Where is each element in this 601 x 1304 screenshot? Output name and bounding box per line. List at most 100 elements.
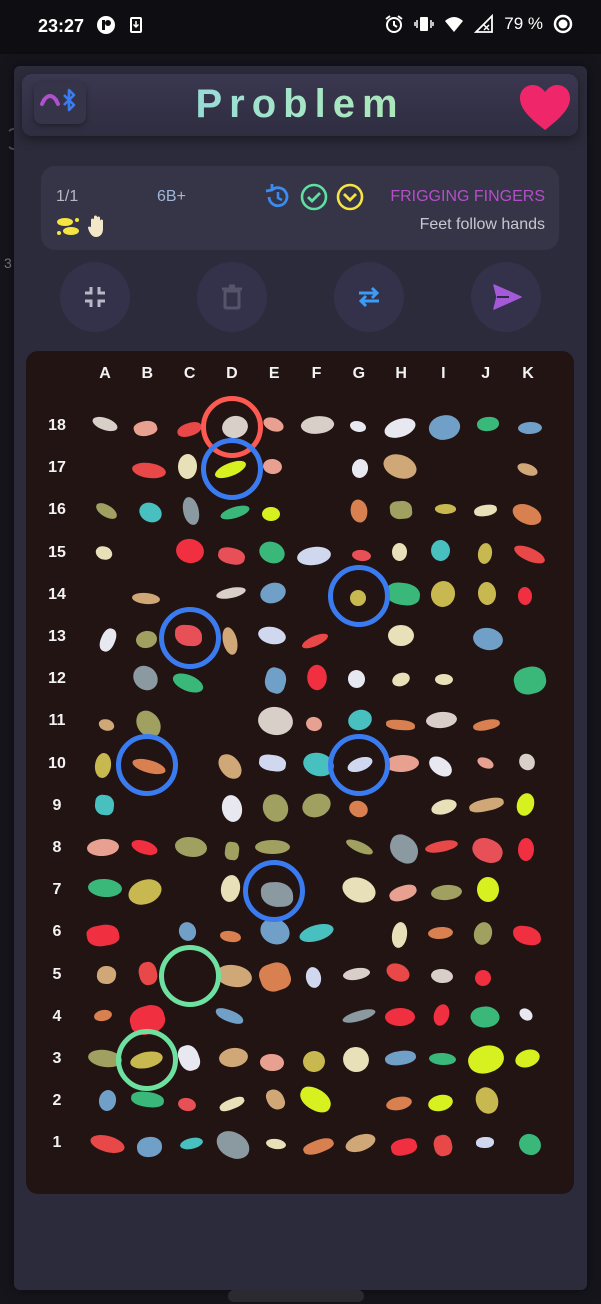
hold[interactable] <box>86 878 123 899</box>
hold[interactable] <box>215 749 245 783</box>
hold[interactable] <box>215 963 253 988</box>
hold[interactable] <box>218 1094 246 1114</box>
hold[interactable] <box>131 664 160 693</box>
hold[interactable] <box>93 1008 113 1024</box>
hold[interactable] <box>263 1087 287 1113</box>
hold[interactable] <box>125 874 166 909</box>
hold[interactable] <box>427 925 454 941</box>
hold[interactable] <box>219 929 241 943</box>
hold[interactable] <box>258 790 293 826</box>
hold[interactable] <box>213 1128 253 1162</box>
hold[interactable] <box>518 421 543 434</box>
hold[interactable] <box>302 1049 327 1073</box>
hold[interactable] <box>426 1092 455 1114</box>
hold[interactable] <box>471 625 505 653</box>
hand-hold-ring[interactable] <box>200 438 263 501</box>
hold[interactable] <box>517 752 537 772</box>
hold[interactable] <box>131 591 161 606</box>
hold[interactable] <box>257 753 287 773</box>
hold[interactable] <box>468 834 507 867</box>
hold[interactable] <box>299 789 335 821</box>
hand-hold-ring[interactable] <box>327 733 390 796</box>
hold[interactable] <box>476 876 500 903</box>
hold[interactable] <box>343 1130 378 1156</box>
hold[interactable] <box>432 1133 455 1158</box>
hold[interactable] <box>341 1006 377 1026</box>
hold[interactable] <box>513 790 538 819</box>
hold[interactable] <box>517 837 535 862</box>
hold[interactable] <box>384 581 421 608</box>
hold[interactable] <box>299 412 336 438</box>
hold[interactable] <box>174 1042 203 1074</box>
hold[interactable] <box>517 586 533 606</box>
hold[interactable] <box>261 457 283 475</box>
hold[interactable] <box>255 839 291 854</box>
hold[interactable] <box>296 1082 336 1116</box>
hold[interactable] <box>434 503 457 515</box>
hold[interactable] <box>218 502 251 522</box>
hold[interactable] <box>515 460 539 479</box>
hold[interactable] <box>98 717 115 732</box>
hold[interactable] <box>513 925 542 946</box>
hold[interactable] <box>350 457 371 480</box>
hold[interactable] <box>387 881 419 904</box>
hold[interactable] <box>425 753 456 780</box>
hold[interactable] <box>424 711 458 730</box>
hold[interactable] <box>170 669 207 697</box>
hold[interactable] <box>342 964 372 984</box>
hold[interactable] <box>472 1084 503 1118</box>
collapse-button[interactable] <box>60 262 130 332</box>
hold[interactable] <box>179 1134 205 1153</box>
hold[interactable] <box>129 837 160 858</box>
hand-hold-ring[interactable] <box>158 607 221 669</box>
start-hold-ring[interactable] <box>116 1029 179 1091</box>
hold[interactable] <box>175 420 204 440</box>
hold[interactable] <box>257 579 289 607</box>
hand-hold-ring[interactable] <box>116 733 179 796</box>
hold[interactable] <box>430 968 454 985</box>
hold[interactable] <box>295 544 333 568</box>
hold[interactable] <box>464 1041 508 1079</box>
climbing-board[interactable]: A B C D E F G H I J K 18 17 16 15 14 13 12 11 10 9 8 7 6 5 4 3 2 1 <box>26 351 574 1194</box>
hold[interactable] <box>304 662 330 693</box>
hold[interactable] <box>220 625 241 656</box>
hold[interactable] <box>339 1043 373 1076</box>
hold[interactable] <box>262 507 281 522</box>
hold[interactable] <box>384 1047 418 1068</box>
hold[interactable] <box>90 414 120 435</box>
hold[interactable] <box>93 501 119 522</box>
hold[interactable] <box>431 539 451 562</box>
hold[interactable] <box>297 919 336 948</box>
hand-hold-ring[interactable] <box>243 860 306 923</box>
hold[interactable] <box>93 794 115 817</box>
hold[interactable] <box>94 544 113 561</box>
hold[interactable] <box>431 1002 453 1028</box>
hold[interactable] <box>475 1136 494 1149</box>
hold[interactable] <box>428 1052 457 1067</box>
hold[interactable] <box>338 872 379 907</box>
hold[interactable] <box>132 417 159 439</box>
hold[interactable] <box>390 921 409 949</box>
hold[interactable] <box>136 1136 164 1159</box>
hold[interactable] <box>381 414 418 442</box>
hold[interactable] <box>429 796 459 818</box>
hold[interactable] <box>423 836 459 856</box>
hold[interactable] <box>134 628 160 651</box>
hold[interactable] <box>387 625 414 647</box>
hold[interactable] <box>97 1088 119 1112</box>
hold[interactable] <box>516 1007 535 1023</box>
hold[interactable] <box>518 1133 542 1156</box>
hold[interactable] <box>390 670 412 689</box>
hold[interactable] <box>424 409 464 446</box>
hold[interactable] <box>475 541 494 565</box>
hold[interactable] <box>136 959 160 987</box>
hold[interactable] <box>351 549 372 562</box>
hold[interactable] <box>260 1054 285 1072</box>
hold[interactable] <box>96 626 119 654</box>
hold[interactable] <box>130 460 167 481</box>
hold[interactable] <box>85 922 121 949</box>
hold[interactable] <box>130 1090 165 1110</box>
send-button[interactable] <box>471 262 541 332</box>
hold[interactable] <box>428 578 458 610</box>
hold[interactable] <box>88 1132 127 1157</box>
